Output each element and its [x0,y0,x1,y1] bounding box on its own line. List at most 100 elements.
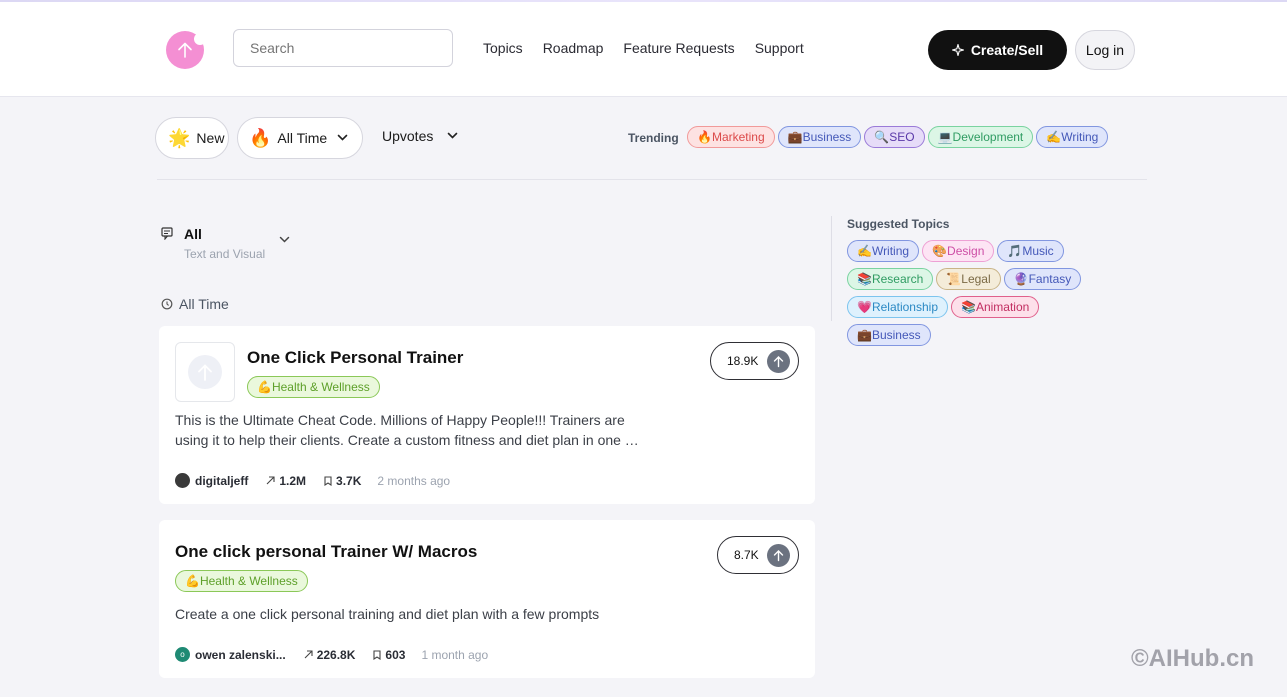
suggested-row: ✍️ Writing 🎨 Design 🎵 Music [847,240,1064,262]
new-filter-button[interactable]: 🌟 New [155,117,229,159]
tag-label: Writing [871,244,910,258]
upvote-button[interactable]: 8.7K [717,536,799,574]
trending-tag-business[interactable]: 💼 Business [777,126,862,148]
logo-notch [194,33,206,45]
music-note-icon: 🎵 [1007,244,1023,258]
card-author[interactable]: digitaljeff [195,474,248,488]
heart-icon: 💗 [857,300,872,314]
saves-stat: 603 [373,648,405,662]
views-count: 226.8K [316,647,356,662]
sort-label: Upvotes [382,128,434,144]
card-title[interactable]: One click personal Trainer W/ Macros [175,542,477,562]
chevron-down-icon [448,132,458,139]
views-count: 1.2M [279,473,307,488]
card-description: Create a one click personal training and… [175,606,600,622]
time-filter-dropdown[interactable]: 🔥 All Time [237,117,363,159]
tag-label: Health & Wellness [271,380,370,394]
tag-label: Marketing [711,130,765,144]
tag-label: Business [802,130,852,144]
card-tag-health-wellness[interactable]: 💪 Health & Wellness [247,376,380,398]
writing-hand-icon: ✍️ [1046,130,1062,144]
trending-label: Trending [628,131,679,145]
card-meta: digitaljeff 1.2M 3.7K 2 months ago [175,473,450,488]
books-icon: 📚 [961,300,976,314]
sidebar-divider [831,216,832,321]
topic-writing[interactable]: ✍️ Writing [847,240,920,262]
sort-dropdown[interactable]: Upvotes [382,128,458,144]
nav-topics[interactable]: Topics [483,40,523,56]
card-time: 1 month ago [421,647,489,662]
nav-support[interactable]: Support [755,40,804,56]
placeholder-logo-icon [188,355,222,389]
trending-tag-seo[interactable]: 🔍 SEO [864,126,925,148]
watermark: ©AIHub.cn [1131,645,1255,672]
card-thumbnail [175,342,235,402]
trending-tag-writing[interactable]: ✍️ Writing [1036,126,1109,148]
tag-label: Animation [975,300,1030,314]
fire-icon: 🔥 [249,127,272,148]
tag-label: Business [871,328,921,342]
flexed-bicep-icon: 💪 [257,380,272,394]
crystal-ball-icon: 🔮 [1013,272,1029,286]
magnifier-icon: 🔍 [874,130,890,144]
saves-stat: 3.7K [324,474,361,488]
search-input[interactable] [233,29,453,67]
topic-legal[interactable]: 📜 Legal [936,268,1001,290]
vote-count: 8.7K [734,548,759,562]
topic-research[interactable]: 📚 Research [847,268,934,290]
login-button[interactable]: Log in [1075,30,1135,70]
tag-label: Health & Wellness [199,574,298,588]
trending-tag-marketing[interactable]: 🔥 Marketing [687,126,775,148]
card-meta: o owen zalenski... 226.8K 603 1 month ag… [175,647,488,662]
prompt-card[interactable]: One Click Personal Trainer 💪 Health & Wel… [159,326,815,504]
trending-tag-development[interactable]: 💻 Development [927,126,1034,148]
arrow-up-right-icon [266,476,275,485]
upvote-button[interactable]: 18.9K [710,342,799,380]
create-sell-label: Create/Sell [970,42,1044,58]
card-tag-health-wellness[interactable]: 💪 Health & Wellness [175,570,308,592]
topic-animation[interactable]: 📚 Animation [951,296,1040,318]
arrow-up-right-icon [304,650,313,659]
logo[interactable] [166,31,206,69]
site-header: Topics Roadmap Feature Requests Support … [0,2,1287,97]
filter-divider [157,179,1147,180]
tag-label: Legal [961,272,991,286]
clock-icon [161,298,173,310]
avatar[interactable] [175,473,190,488]
topic-fantasy[interactable]: 🔮 Fantasy [1003,268,1082,290]
flexed-bicep-icon: 💪 [185,574,200,588]
vote-count: 18.9K [727,354,759,368]
prompt-card[interactable]: One click personal Trainer W/ Macros 💪 He… [159,520,815,678]
period-label-text: All Time [179,296,229,312]
suggested-row: 📚 Research 📜 Legal 🔮 Fantasy [847,268,1082,290]
nav-roadmap[interactable]: Roadmap [543,40,604,56]
card-title[interactable]: One Click Personal Trainer [247,348,463,368]
upvote-arrow-icon [767,544,790,567]
content-type-dropdown[interactable]: All Text and Visual [161,226,301,266]
topic-design[interactable]: 🎨 Design [922,240,995,262]
card-time: 2 months ago [377,473,451,488]
chevron-down-icon [279,236,290,243]
briefcase-icon: 💼 [787,130,803,144]
card-author[interactable]: owen zalenski... [195,648,286,662]
topic-business[interactable]: 💼 Business [847,324,931,346]
period-label: All Time [161,296,229,312]
upvote-arrow-icon [767,350,790,373]
nav-feature-requests[interactable]: Feature Requests [623,40,734,56]
briefcase-icon: 💼 [857,328,872,342]
suggested-row: 💼 Business [847,324,931,346]
books-icon: 📚 [857,272,872,286]
scroll-icon: 📜 [946,272,962,286]
laptop-icon: 💻 [937,130,953,144]
suggested-topics-title: Suggested Topics [847,217,950,231]
views-stat: 226.8K [304,647,356,662]
topic-music[interactable]: 🎵 Music [997,240,1064,262]
saves-count: 3.7K [336,473,362,488]
topic-relationship[interactable]: 💗 Relationship [847,296,948,318]
bookmark-icon [373,649,381,660]
create-sell-button[interactable]: Create/Sell [928,30,1067,70]
saves-count: 603 [385,647,406,662]
time-filter-label: All Time [277,130,328,146]
tag-label: Fantasy [1028,272,1072,286]
avatar[interactable]: o [175,647,190,662]
